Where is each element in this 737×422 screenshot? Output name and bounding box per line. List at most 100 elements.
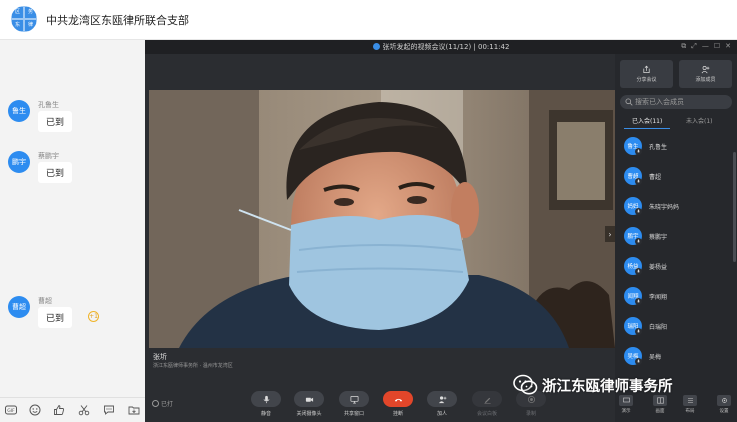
- pin-icon[interactable]: ⧉: [681, 42, 686, 51]
- folder-icon[interactable]: [127, 403, 141, 417]
- mic-status: 已打: [152, 399, 173, 408]
- layout-button[interactable]: 布局: [681, 395, 699, 414]
- avatar[interactable]: 鲁生: [8, 100, 30, 122]
- meeting-titlebar: 张圻发起的视频会议(11/12) | 00:11:42 ⧉ ⤢ — ☐ ✕: [145, 40, 737, 54]
- list-item[interactable]: 闻翔 李闻翔: [624, 287, 734, 307]
- video-stage: › 张圻 浙江东瓯律师事务所 · 温州市龙湾区: [149, 54, 615, 390]
- chat-header: 区 务 东 律 中共龙湾区东瓯律所联合支部: [0, 0, 737, 40]
- fullscreen-icon[interactable]: ⤢: [691, 42, 697, 51]
- list-item[interactable]: 鲁生 孔鲁生: [624, 137, 734, 157]
- tab-not-joined[interactable]: 未入会(1): [686, 116, 713, 125]
- settings-icon: [717, 395, 731, 406]
- hangup-icon: [383, 391, 413, 407]
- message-bubble[interactable]: 已到: [38, 162, 73, 183]
- mic-status-text: 已打: [161, 401, 174, 408]
- mic-icon: [635, 358, 642, 365]
- chat-panel: 鲁生 孔鲁生 已到 鹏宇 蔡鹏宇 已到 曹超 曹超 已到 +1 GIF: [0, 40, 145, 422]
- participant-name: 姜杨益: [649, 264, 668, 271]
- list-item[interactable]: 杨益 姜杨益: [624, 257, 734, 277]
- mic-icon: [635, 268, 642, 275]
- screen-share-icon: [339, 391, 369, 407]
- participant-name: 蔡鹏宇: [649, 234, 668, 241]
- share-window-button[interactable]: 共享窗口: [337, 391, 371, 417]
- watermark: 浙江东瓯律师事务所: [513, 374, 673, 396]
- camera-button[interactable]: 关闭摄像头: [292, 391, 326, 417]
- speaker-video-frame: [149, 90, 615, 348]
- mic-icon: [635, 328, 642, 335]
- hangup-button[interactable]: 挂断: [381, 391, 415, 417]
- list-item[interactable]: 曹超 曹超: [624, 167, 734, 187]
- group-avatar-char: 律: [24, 19, 37, 32]
- settings-button[interactable]: 设置: [715, 395, 733, 414]
- speaker-subtitle: 浙江东瓯律师事务所 · 温州市龙湾区: [153, 363, 233, 369]
- participant-tabs: 已入会(11) 未入会(1): [620, 116, 732, 130]
- search-icon: [625, 98, 633, 106]
- meeting-title: 张圻发起的视频会议(11/12) | 00:11:42: [382, 43, 510, 51]
- mute-button[interactable]: 静音: [249, 391, 283, 417]
- thumbs-up-icon[interactable]: [52, 403, 66, 417]
- active-tab-indicator: [624, 128, 670, 129]
- participant-actions: 分享会议 添加成员: [620, 60, 732, 88]
- participant-name: 吴梅: [649, 354, 662, 361]
- mic-icon: [635, 298, 642, 305]
- layout-icon: [653, 395, 667, 406]
- chat-toolbar: GIF: [0, 397, 145, 422]
- participant-name: 曹超: [649, 174, 662, 181]
- mic-icon: [635, 178, 642, 185]
- present-button[interactable]: 演示: [617, 395, 635, 414]
- mic-icon: [251, 391, 281, 407]
- participant-search: [620, 95, 732, 109]
- shield-icon: [372, 43, 380, 50]
- svg-text:GIF: GIF: [7, 408, 15, 414]
- participant-name: 孔鲁生: [649, 144, 668, 151]
- maximize-icon[interactable]: ☐: [714, 42, 720, 51]
- list-item[interactable]: 鹏宇 蔡鹏宇: [624, 227, 734, 247]
- group-avatar[interactable]: 区 务 东 律: [11, 6, 37, 32]
- avatar[interactable]: 鹏宇: [8, 151, 30, 173]
- plus-one-badge[interactable]: +1: [88, 311, 99, 322]
- list-item[interactable]: 瑞阳 白瑞阳: [624, 317, 734, 337]
- mic-icon: [635, 148, 642, 155]
- participant-bottom-controls: 演示 画面 布局 设置: [615, 392, 737, 422]
- search-input[interactable]: [635, 95, 727, 109]
- group-avatar-char: 区: [11, 6, 24, 19]
- participant-name: 白瑞阳: [649, 324, 668, 331]
- chat-bubble-icon[interactable]: [102, 403, 116, 417]
- wechat-icon: [513, 374, 538, 395]
- avatar[interactable]: 曹超: [8, 296, 30, 318]
- mic-icon: [635, 238, 642, 245]
- share-meeting-button[interactable]: 分享会议: [620, 60, 673, 88]
- add-person-icon: [427, 391, 457, 407]
- gif-icon[interactable]: GIF: [4, 403, 18, 417]
- camera-icon: [294, 391, 324, 407]
- share-icon: [643, 65, 650, 74]
- mic-icon: [635, 208, 642, 215]
- emoji-icon[interactable]: [28, 403, 42, 417]
- watermark-text: 浙江东瓯律师事务所: [542, 378, 673, 395]
- group-avatar-char: 务: [24, 6, 37, 19]
- participant-list-scrollbar[interactable]: [733, 152, 736, 262]
- close-icon[interactable]: ✕: [725, 42, 731, 51]
- group-title: 中共龙湾区东瓯律所联合支部: [46, 14, 189, 27]
- add-member-icon: [701, 65, 710, 74]
- message-bubble[interactable]: 已到: [38, 307, 73, 328]
- whiteboard-button[interactable]: 会议白板: [470, 391, 504, 417]
- speaker-name: 张圻: [153, 353, 167, 361]
- chevron-right-icon[interactable]: ›: [605, 226, 615, 242]
- add-member-button[interactable]: 添加成员: [679, 60, 732, 88]
- grid-icon: [683, 395, 697, 406]
- minimize-icon[interactable]: —: [702, 42, 709, 51]
- window-controls: ⧉ ⤢ — ☐ ✕: [681, 42, 731, 51]
- view-button[interactable]: 画面: [651, 395, 669, 414]
- list-item[interactable]: 妈妈 朱晓宇妈妈: [624, 197, 734, 217]
- scissors-icon[interactable]: [77, 403, 91, 417]
- participant-name: 朱晓宇妈妈: [649, 204, 680, 211]
- list-item[interactable]: 吴梅 吴梅: [624, 347, 734, 367]
- add-person-button[interactable]: 加人: [425, 391, 459, 417]
- message-bubble[interactable]: 已到: [38, 111, 73, 132]
- tab-joined[interactable]: 已入会(11): [632, 116, 662, 125]
- present-icon: [619, 395, 633, 406]
- mic-status-icon: [152, 400, 159, 407]
- participants-panel: 分享会议 添加成员 已入会(11) 未入会(1) 鲁生 孔鲁生 曹超: [615, 54, 737, 422]
- speaker-video[interactable]: [149, 90, 615, 348]
